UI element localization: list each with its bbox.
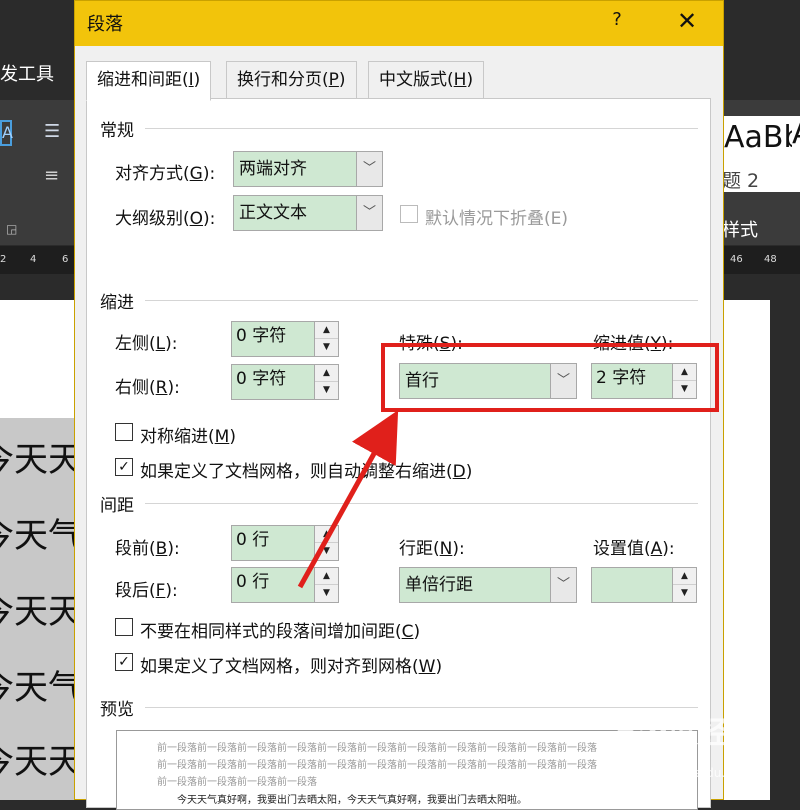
section-divider	[145, 503, 698, 504]
collapse-checkbox[interactable]	[400, 205, 418, 223]
close-button[interactable]: ✕	[672, 7, 702, 37]
section-divider	[145, 128, 698, 129]
outline-level-select[interactable]: 正文文本 ﹀	[233, 195, 383, 231]
spacing-before-value: 0 行	[236, 530, 270, 550]
ruler-mark: 2	[0, 254, 7, 265]
styles-group-label: 样式	[722, 220, 758, 241]
line-spacing-select[interactable]: 单倍行距 ﹀	[399, 567, 577, 603]
document-line[interactable]: 今天天	[0, 584, 82, 633]
ruler-mark: 48	[764, 254, 777, 265]
spin-up-icon[interactable]: ▲	[673, 568, 696, 585]
document-line[interactable]: 今天天	[0, 734, 82, 783]
alignment-select[interactable]: 两端对齐 ﹀	[233, 151, 383, 187]
tab-asian-typography[interactable]: 中文版式(H)	[368, 61, 485, 99]
spin-down-icon[interactable]: ▼	[315, 339, 338, 356]
section-indentation: 缩进	[100, 293, 134, 313]
indent-left-spinner[interactable]: 0 字符 ▲ ▼	[231, 321, 339, 357]
tab-label-end: )	[193, 70, 201, 90]
style-preview-name: 题 2	[722, 170, 760, 192]
preview-sample-text: 今天天气真好啊，我要出门去晒太阳，今天天气真好啊，我要出门去晒太阳啦。	[177, 795, 527, 806]
document-line[interactable]: 今天天	[0, 432, 82, 481]
paragraph-preview: 前一段落前一段落前一段落前一段落前一段落前一段落前一段落前一段落前一段落前一段落…	[116, 730, 698, 810]
annotation-highlight-box	[381, 343, 719, 412]
tab-line-page-breaks[interactable]: 换行和分页(P)	[226, 61, 357, 99]
chevron-down-icon[interactable]: ﹀	[356, 196, 382, 230]
spin-up-icon[interactable]: ▲	[315, 526, 338, 543]
spin-down-icon[interactable]: ▼	[315, 543, 338, 560]
mirror-indents-label: 对称缩进(M)	[140, 427, 236, 447]
outline-level-label: 大纲级别(O):	[115, 209, 216, 229]
font-a-icon[interactable]: A	[0, 120, 13, 146]
spin-down-icon[interactable]: ▼	[673, 585, 696, 602]
line-spacing-value: 单倍行距	[405, 575, 473, 595]
spin-up-icon[interactable]: ▲	[315, 568, 338, 585]
no-space-same-style-checkbox[interactable]	[115, 618, 133, 636]
tab-label-end: )	[466, 70, 474, 90]
indent-left-value: 0 字符	[236, 326, 287, 346]
spacing-before-label: 段前(B):	[115, 539, 180, 559]
snap-to-grid-label: 如果定义了文档网格，则对齐到网格(W)	[140, 657, 443, 677]
spin-down-icon[interactable]: ▼	[315, 382, 338, 399]
align-left-icon[interactable]: ≡	[44, 164, 68, 188]
ruler-mark: 6	[62, 254, 69, 265]
tab-accesskey: H	[453, 70, 467, 90]
chevron-down-icon[interactable]: ﹀	[356, 152, 382, 186]
spacing-before-spinner[interactable]: 0 行 ▲ ▼	[231, 525, 339, 561]
indent-right-label: 右侧(R):	[115, 378, 180, 398]
help-button[interactable]: ?	[602, 9, 632, 37]
indent-right-spinner[interactable]: 0 字符 ▲ ▼	[231, 364, 339, 400]
style-preview-text: AaBbC	[724, 120, 800, 155]
spin-up-icon[interactable]: ▲	[315, 322, 338, 339]
list-icon[interactable]: ☰	[44, 120, 68, 144]
spacing-at-spinner[interactable]: ▲ ▼	[591, 567, 697, 603]
tab-accesskey: P	[328, 70, 339, 90]
chevron-down-icon[interactable]: ﹀	[550, 568, 576, 602]
ribbon-tab-developer[interactable]: 发工具	[0, 60, 54, 86]
baidu-watermark-logo: Bai度经验	[615, 716, 759, 751]
ruler-mark: 46	[730, 254, 743, 265]
dialog-titlebar[interactable]: 段落 ? ✕	[75, 1, 723, 46]
document-line[interactable]: 今天气	[0, 660, 82, 709]
tab-label-end: )	[338, 70, 346, 90]
spacing-after-label: 段后(F):	[115, 581, 178, 601]
preview-prev-line: 前一段落前一段落前一段落前一段落前一段落前一段落前一段落前一段落前一段落前一段落…	[157, 743, 597, 754]
document-line[interactable]: 今天气	[0, 508, 82, 557]
section-divider	[145, 300, 698, 301]
spin-up-icon[interactable]: ▲	[315, 365, 338, 382]
tab-label: 中文版式(	[379, 70, 454, 90]
preview-prev-line: 前一段落前一段落前一段落前一段落前一段落前一段落前一段落前一段落前一段落前一段落…	[157, 760, 597, 771]
section-preview: 预览	[100, 700, 134, 720]
alignment-value: 两端对齐	[239, 159, 307, 179]
preview-prev-line: 前一段落前一段落前一段落前一段落	[157, 777, 317, 788]
ruler-mark: 4	[30, 254, 37, 265]
spacing-at-label: 设置值(A):	[593, 539, 675, 559]
snap-to-grid-checkbox[interactable]: ✓	[115, 653, 133, 671]
tab-label: 换行和分页(	[237, 70, 329, 90]
auto-adjust-indent-checkbox[interactable]: ✓	[115, 458, 133, 476]
indent-right-value: 0 字符	[236, 369, 287, 389]
tab-indents-spacing[interactable]: 缩进和间距(I)	[86, 61, 212, 101]
outline-level-value: 正文文本	[239, 203, 307, 223]
dialog-title: 段落	[87, 14, 123, 35]
section-general: 常规	[100, 121, 134, 141]
baidu-watermark-url: jingyan.baidu.com	[640, 766, 751, 780]
dialog-launcher-icon[interactable]: ◲	[6, 222, 17, 236]
mirror-indents-checkbox[interactable]	[115, 423, 133, 441]
indent-left-label: 左侧(L):	[115, 334, 178, 354]
no-space-same-style-label: 不要在相同样式的段落间增加间距(C)	[140, 622, 421, 642]
alignment-label: 对齐方式(G):	[115, 164, 216, 184]
line-spacing-label: 行距(N):	[399, 539, 465, 559]
tab-label: 缩进和间距(	[97, 70, 189, 90]
section-spacing: 间距	[100, 496, 134, 516]
auto-adjust-indent-label: 如果定义了文档网格，则自动调整右缩进(D)	[140, 462, 473, 482]
spin-down-icon[interactable]: ▼	[315, 585, 338, 602]
spacing-after-value: 0 行	[236, 572, 270, 592]
spacing-after-spinner[interactable]: 0 行 ▲ ▼	[231, 567, 339, 603]
collapse-label: 默认情况下折叠(E)	[425, 209, 569, 229]
style-gallery-item-2[interactable]: A	[792, 116, 800, 192]
